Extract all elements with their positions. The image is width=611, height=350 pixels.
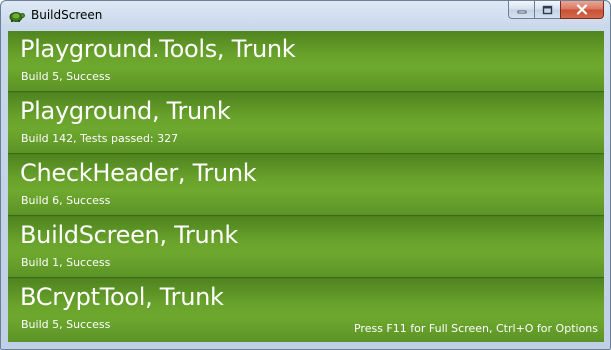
build-tile[interactable]: Playground.Tools, Trunk Build 5, Success (8, 31, 604, 92)
build-tile[interactable]: Playground, Trunk Build 142, Tests passe… (8, 93, 604, 154)
build-tile[interactable]: CheckHeader, Trunk Build 6, Success (8, 155, 604, 216)
minimize-icon (517, 1, 527, 19)
window-title: BuildScreen (31, 8, 103, 22)
build-status: Build 1, Success (21, 256, 111, 269)
maximize-icon (542, 1, 553, 19)
build-name: Playground, Trunk (20, 97, 231, 125)
turtle-icon (9, 8, 25, 22)
title-bar[interactable]: BuildScreen (1, 1, 610, 31)
app-window: BuildScreen Playground.Tools, Trunk Buil… (0, 0, 611, 350)
minimize-button[interactable] (508, 1, 534, 19)
build-list: Playground.Tools, Trunk Build 5, Success… (8, 31, 604, 342)
keyboard-hint: Press F11 for Full Screen, Ctrl+O for Op… (353, 322, 598, 335)
build-status: Build 6, Success (21, 194, 111, 207)
build-status: Build 142, Tests passed: 327 (21, 132, 179, 145)
build-name: BCryptTool, Trunk (20, 283, 224, 311)
build-status: Build 5, Success (21, 318, 111, 331)
build-tile[interactable]: BuildScreen, Trunk Build 1, Success (8, 217, 604, 278)
build-name: CheckHeader, Trunk (20, 159, 257, 187)
close-icon (576, 1, 588, 19)
build-name: Playground.Tools, Trunk (20, 35, 296, 63)
window-controls (508, 1, 604, 21)
build-name: BuildScreen, Trunk (20, 221, 238, 249)
close-button[interactable] (560, 1, 604, 19)
build-status: Build 5, Success (21, 70, 111, 83)
maximize-button[interactable] (534, 1, 560, 19)
